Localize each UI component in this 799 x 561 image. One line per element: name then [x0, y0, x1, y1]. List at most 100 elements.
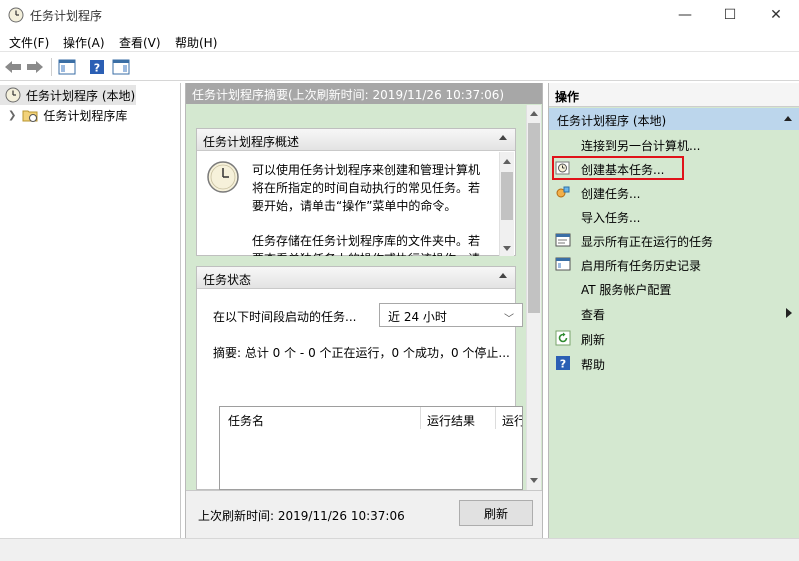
overview-line-5: 任务存储在任务计划程序库的文件夹中。若 — [252, 234, 481, 248]
collapse-caret-icon[interactable] — [499, 135, 507, 140]
overview-scrollbar[interactable] — [499, 152, 514, 256]
scroll-up-icon[interactable] — [503, 159, 511, 164]
column-header-run-result[interactable]: 运行结果 — [427, 412, 475, 429]
console-tree-icon — [58, 59, 76, 75]
action-label: 连接到另一台计算机... — [581, 139, 701, 153]
overview-scroll-thumb[interactable] — [501, 172, 513, 220]
summary-pane: 任务计划程序摘要(上次刷新时间: 2019/11/26 10:37:06) 任务… — [185, 83, 543, 538]
scroll-down-icon[interactable] — [530, 478, 538, 483]
action-enable-history[interactable]: 启用所有任务历史记录 — [549, 253, 799, 275]
title-bar: 任务计划程序 — ☐ ✕ — [0, 0, 799, 30]
chevron-down-icon: ﹀ — [504, 314, 514, 325]
action-pane-icon — [112, 59, 130, 75]
action-label: AT 服务帐户配置 — [581, 283, 672, 297]
action-label: 导入任务... — [581, 211, 641, 225]
overview-line-1: 可以使用任务计划程序来创建和管理计算机 — [252, 163, 481, 177]
forward-button[interactable] — [25, 57, 45, 77]
action-label: 启用所有任务历史记录 — [581, 259, 702, 273]
action-show-running-tasks[interactable]: 显示所有正在运行的任务 — [549, 229, 799, 251]
action-refresh[interactable]: 刷新 — [549, 327, 799, 349]
running-tasks-icon — [555, 233, 571, 247]
toolbar-separator — [51, 58, 52, 76]
action-label: 查看 — [581, 308, 606, 322]
menu-file[interactable]: 文件(F) — [9, 34, 49, 51]
column-divider[interactable] — [420, 407, 421, 429]
task-summary-text: 摘要: 总计 0 个 - 0 个正在运行，0 个成功，0 个停止... — [213, 346, 510, 360]
time-range-label: 在以下时间段启动的任务... — [213, 310, 357, 324]
navigation-tree: 任务计划程序 (本地) ❯ 任务计划程序库 — [0, 83, 181, 538]
overview-line-2: 将在所指定的时间自动执行的常见任务。若 — [252, 181, 481, 195]
toolbar: ? — [0, 53, 799, 81]
task-status-panel: 任务状态 在以下时间段启动的任务... 近 24 小时 ﹀ 摘要: 总计 0 个… — [196, 266, 523, 490]
svg-text:?: ? — [560, 358, 566, 371]
forward-arrow-icon — [27, 61, 43, 73]
actions-section-header[interactable]: 任务计划程序 (本地) — [549, 108, 799, 130]
summary-header: 任务计划程序摘要(上次刷新时间: 2019/11/26 10:37:06) — [186, 83, 542, 104]
action-label: 显示所有正在运行的任务 — [581, 235, 714, 249]
action-label: 创建任务... — [581, 187, 641, 201]
summary-footer: 上次刷新时间: 2019/11/26 10:37:06 刷新 — [186, 490, 542, 538]
overview-panel-header[interactable]: 任务计划程序概述 — [197, 129, 515, 151]
window-title: 任务计划程序 — [30, 9, 103, 23]
refresh-icon — [555, 330, 571, 346]
help-toolbar-button[interactable]: ? — [87, 57, 107, 77]
task-status-panel-header[interactable]: 任务状态 — [197, 267, 515, 289]
action-label: 刷新 — [581, 333, 606, 347]
action-create-task[interactable]: 创建任务... — [549, 181, 799, 203]
action-view[interactable]: 查看 — [549, 302, 799, 324]
column-divider[interactable] — [495, 407, 496, 429]
task-status-title: 任务状态 — [203, 273, 252, 287]
overview-line-3: 要开始，请单击“操作”菜单中的命令。 — [252, 199, 457, 213]
column-header-task-name[interactable]: 任务名 — [228, 412, 264, 429]
folder-clock-icon — [22, 110, 38, 122]
scroll-up-icon[interactable] — [530, 111, 538, 116]
last-refresh-text: 上次刷新时间: 2019/11/26 10:37:06 — [198, 509, 405, 523]
create-task-icon — [556, 186, 570, 198]
table-header-row: 任务名 运行结果 运行 — [220, 407, 522, 431]
help-book-icon: ? — [90, 60, 104, 75]
refresh-button[interactable]: 刷新 — [459, 500, 533, 526]
tree-item-task-library[interactable]: ❯ 任务计划程序库 — [0, 105, 127, 125]
help-icon: ? — [556, 356, 570, 371]
history-icon — [555, 257, 571, 271]
column-header-run[interactable]: 运行 — [502, 412, 522, 429]
back-button[interactable] — [3, 57, 23, 77]
tree-child-label: 任务计划程序库 — [43, 108, 128, 123]
overview-panel: 任务计划程序概述 可以使用任务计划程序来创建和管理计算机 将在所指定的时间自动执… — [196, 128, 516, 256]
time-range-value: 近 24 小时 — [388, 310, 447, 324]
time-range-select[interactable]: 近 24 小时 ﹀ — [379, 303, 523, 327]
expand-chevron-icon[interactable]: ❯ — [8, 110, 16, 121]
actions-pane: 操作 任务计划程序 (本地) 连接到另一台计算机... 创建基本任务... 创建… — [548, 83, 799, 538]
menu-help[interactable]: 帮助(H) — [175, 34, 217, 51]
summary-scrollbar[interactable] — [526, 105, 541, 490]
close-button[interactable]: ✕ — [753, 0, 799, 30]
large-clock-icon — [207, 161, 239, 193]
status-bar — [0, 538, 799, 561]
action-connect-computer[interactable]: 连接到另一台计算机... — [549, 133, 799, 155]
scroll-down-icon[interactable] — [503, 246, 511, 251]
action-help[interactable]: ? 帮助 — [549, 352, 799, 374]
menu-action[interactable]: 操作(A) — [63, 34, 105, 51]
back-arrow-icon — [5, 61, 21, 73]
collapse-caret-icon[interactable] — [499, 273, 507, 278]
maximize-button[interactable]: ☐ — [707, 0, 753, 30]
menu-bar: 文件(F) 操作(A) 查看(V) 帮助(H) — [0, 30, 799, 52]
overview-title: 任务计划程序概述 — [203, 135, 300, 149]
summary-scroll-thumb[interactable] — [528, 123, 540, 313]
show-hide-console-tree-button[interactable] — [57, 57, 77, 77]
clock-icon — [5, 87, 21, 103]
action-import-task[interactable]: 导入任务... — [549, 205, 799, 227]
actions-section-title: 任务计划程序 (本地) — [557, 114, 667, 128]
task-scheduler-clock-icon — [8, 7, 24, 23]
show-hide-action-pane-button[interactable] — [111, 57, 131, 77]
menu-view[interactable]: 查看(V) — [119, 34, 161, 51]
minimize-button[interactable]: — — [662, 0, 708, 30]
overview-line-6: 要查看单独任务上的操作或执行该操作，请 — [252, 250, 502, 256]
action-label: 帮助 — [581, 358, 606, 372]
action-at-service-config[interactable]: AT 服务帐户配置 — [549, 277, 799, 299]
svg-text:?: ? — [94, 62, 100, 75]
collapse-caret-icon[interactable] — [784, 116, 792, 121]
tree-item-task-scheduler-local[interactable]: 任务计划程序 (本地) — [0, 85, 136, 105]
task-status-table: 任务名 运行结果 运行 — [219, 406, 523, 490]
actions-title: 操作 — [549, 83, 799, 107]
